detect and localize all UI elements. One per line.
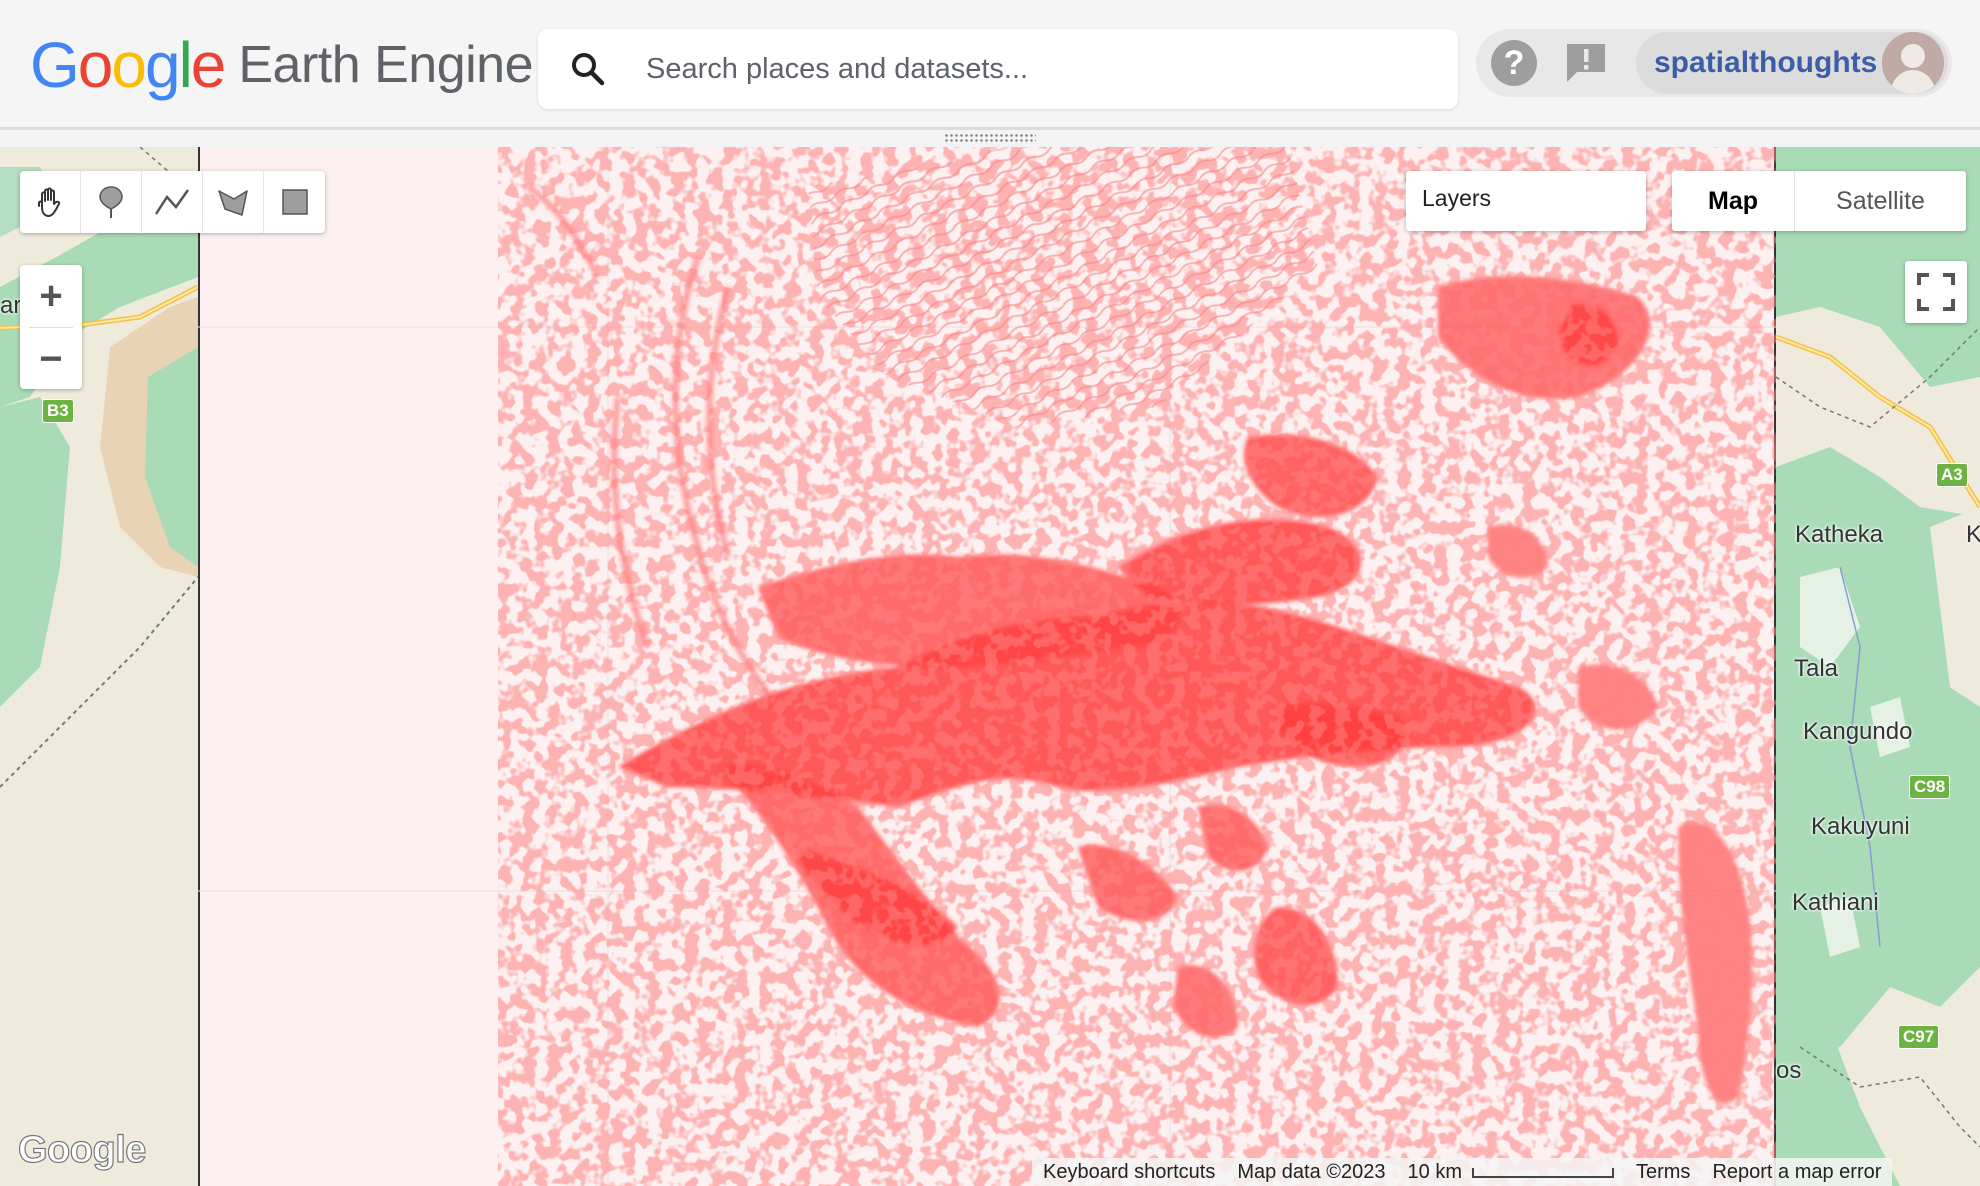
- report-map-error-link[interactable]: Report a map error: [1701, 1158, 1893, 1186]
- app-header: Google Earth Engine ? spatialthoughts: [0, 0, 1980, 130]
- search-icon: [572, 53, 605, 86]
- place-label: Kakuyuni: [1811, 813, 1910, 840]
- terms-link[interactable]: Terms: [1624, 1158, 1702, 1186]
- earth-engine-logo[interactable]: Google Earth Engine: [30, 29, 534, 101]
- user-toolbar: ? spatialthoughts: [1476, 29, 1952, 97]
- search-box[interactable]: [538, 29, 1458, 109]
- layers-button[interactable]: Layers: [1406, 171, 1646, 231]
- place-label: K: [1966, 521, 1980, 548]
- feedback-icon[interactable]: [1564, 41, 1608, 83]
- scale-label: 10 km: [1407, 1161, 1462, 1183]
- place-label: Kathiani: [1792, 889, 1879, 916]
- map-type-map-button[interactable]: Map: [1672, 171, 1795, 231]
- line-tool-button[interactable]: [142, 171, 203, 233]
- google-logo[interactable]: Google: [17, 1128, 147, 1172]
- zoom-control: + −: [20, 265, 82, 389]
- road-badge: B3: [42, 399, 74, 423]
- rectangle-tool-button[interactable]: [264, 171, 325, 233]
- place-label: Tala: [1794, 655, 1839, 682]
- user-avatar-icon: [1882, 32, 1944, 94]
- google-wordmark: Google: [30, 29, 226, 101]
- keyboard-shortcuts-link[interactable]: Keyboard shortcuts: [1032, 1158, 1227, 1186]
- zoom-out-button[interactable]: −: [20, 328, 82, 390]
- account-button[interactable]: spatialthoughts: [1636, 32, 1948, 94]
- rectangle-icon: [281, 189, 308, 215]
- marker-tool-button[interactable]: [81, 171, 142, 233]
- fullscreen-icon: [1917, 273, 1955, 311]
- place-label: Kangundo: [1803, 718, 1913, 745]
- username: spatialthoughts: [1654, 46, 1878, 79]
- zoom-in-button[interactable]: +: [20, 265, 82, 327]
- help-button[interactable]: ?: [1491, 40, 1537, 86]
- map-attribution-bar: Keyboard shortcuts Map data ©2023 10 km …: [1032, 1158, 1893, 1186]
- line-icon: [154, 189, 190, 215]
- avatar[interactable]: [1882, 32, 1944, 94]
- analysis-layer-overlay: [198, 147, 1776, 1186]
- place-label: ar: [0, 292, 22, 319]
- place-label: Katheka: [1795, 521, 1884, 548]
- drawing-toolbar: [20, 171, 325, 233]
- road-badge: A3: [1936, 463, 1968, 487]
- map-type-satellite-button[interactable]: Satellite: [1795, 171, 1966, 231]
- map-data-text: Map data ©2023: [1226, 1158, 1397, 1186]
- road-badge: C97: [1898, 1025, 1940, 1049]
- pan-tool-button[interactable]: [20, 171, 81, 233]
- map-type-control: Map Satellite: [1672, 171, 1966, 231]
- map-canvas[interactable]: ar Katheka K Tala Kangundo Kakuyuni Kath…: [0, 147, 1980, 1186]
- scale-line: [1471, 1167, 1614, 1178]
- polygon-icon: [218, 190, 248, 216]
- search-input[interactable]: [646, 52, 1406, 86]
- product-name: Earth Engine: [238, 36, 534, 94]
- place-label: os: [1776, 1057, 1802, 1084]
- polygon-tool-button[interactable]: [203, 171, 264, 233]
- panel-resize-handle[interactable]: [944, 133, 1036, 143]
- pan-hand-icon: [38, 187, 61, 217]
- road-badge: C98: [1909, 775, 1951, 799]
- marker-icon: [99, 186, 123, 218]
- scale-bar[interactable]: 10 km: [1396, 1158, 1625, 1186]
- fullscreen-button[interactable]: [1905, 261, 1967, 323]
